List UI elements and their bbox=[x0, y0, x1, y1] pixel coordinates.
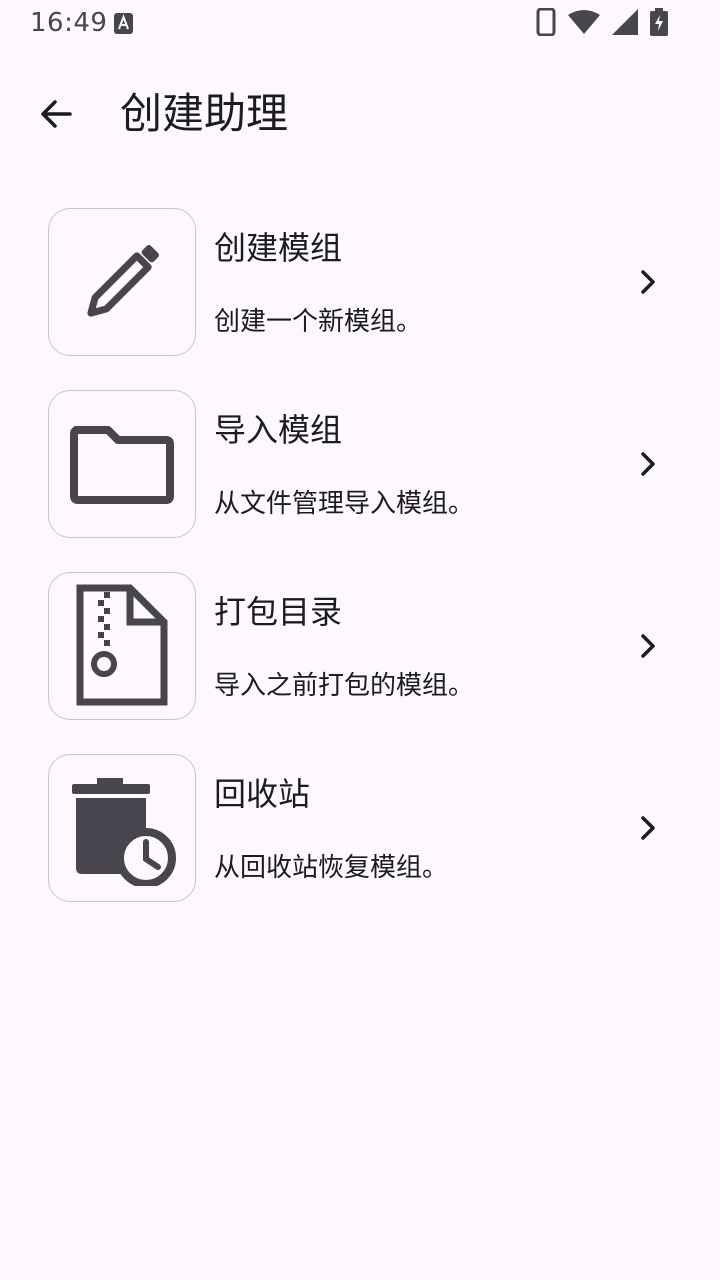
folder-icon bbox=[70, 426, 174, 504]
option-recycle-bin[interactable]: 回收站 从回收站恢复模组。 bbox=[0, 754, 720, 904]
accessibility-a-icon bbox=[114, 13, 133, 34]
status-icons bbox=[536, 7, 668, 40]
arrow-back-icon bbox=[41, 100, 72, 128]
option-title: 打包目录 bbox=[214, 593, 343, 631]
option-description: 从回收站恢复模组。 bbox=[214, 853, 449, 883]
option-icon-box bbox=[48, 208, 196, 356]
signal-icon bbox=[612, 9, 638, 39]
option-title: 回收站 bbox=[214, 775, 311, 813]
chevron-right-icon bbox=[641, 270, 655, 294]
phone-icon bbox=[536, 7, 556, 40]
app-bar: 创建助理 bbox=[0, 64, 720, 164]
option-package-directory[interactable]: 打包目录 导入之前打包的模组。 bbox=[0, 572, 720, 722]
page-title: 创建助理 bbox=[120, 89, 289, 138]
pencil-icon bbox=[87, 245, 159, 317]
option-icon-box bbox=[48, 754, 196, 902]
back-button[interactable] bbox=[28, 86, 84, 142]
zip-file-icon bbox=[76, 584, 168, 706]
chevron-right-icon bbox=[641, 634, 655, 658]
chevron-right-icon bbox=[641, 452, 655, 476]
wifi-icon bbox=[568, 9, 600, 39]
option-create-module[interactable]: 创建模组 创建一个新模组。 bbox=[0, 208, 720, 358]
status-time: 16:49 bbox=[30, 8, 108, 38]
option-description: 从文件管理导入模组。 bbox=[214, 489, 475, 519]
option-import-module[interactable]: 导入模组 从文件管理导入模组。 bbox=[0, 390, 720, 540]
option-list: 创建模组 创建一个新模组。 导入模组 从文件管理导入模组。 打包目录 导入之前打… bbox=[0, 208, 720, 936]
battery-charging-icon bbox=[650, 8, 668, 40]
option-description: 创建一个新模组。 bbox=[214, 307, 423, 337]
option-title: 导入模组 bbox=[214, 411, 343, 449]
status-bar: 16:49 bbox=[0, 0, 720, 48]
chevron-right-icon bbox=[641, 816, 655, 840]
option-description: 导入之前打包的模组。 bbox=[214, 671, 475, 701]
option-icon-box bbox=[48, 572, 196, 720]
trash-clock-icon bbox=[72, 778, 176, 886]
option-title: 创建模组 bbox=[214, 229, 343, 267]
option-icon-box bbox=[48, 390, 196, 538]
